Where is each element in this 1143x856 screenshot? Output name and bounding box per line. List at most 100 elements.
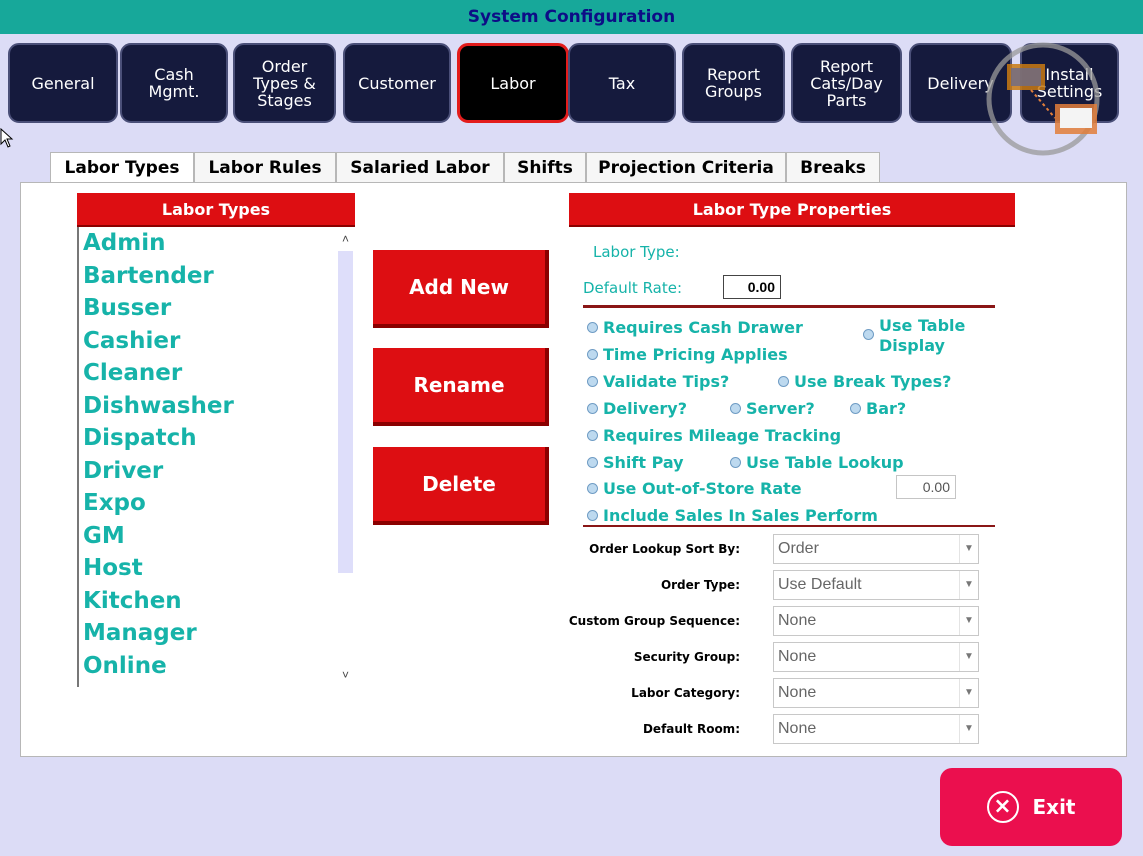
- order-type-label: Order Type:: [660, 578, 740, 592]
- option-label: Requires Mileage Tracking: [603, 426, 842, 445]
- list-scrollbar[interactable]: ˄ ˅: [338, 227, 353, 687]
- security-group-label: Security Group:: [633, 650, 740, 664]
- select-value: None: [778, 720, 817, 737]
- tab-labor-types[interactable]: Labor Types: [50, 152, 194, 182]
- requires-cash-drawer-option[interactable]: Requires Cash Drawer: [587, 318, 803, 337]
- scroll-thumb[interactable]: [338, 251, 353, 573]
- labor-category-label: Labor Category:: [631, 686, 740, 700]
- order-lookup-sort-select[interactable]: Order ▼: [773, 534, 979, 564]
- window-title: System Configuration: [0, 0, 1143, 34]
- option-label: Validate Tips?: [603, 372, 730, 391]
- time-pricing-option[interactable]: Time Pricing Applies: [587, 345, 788, 364]
- exit-button[interactable]: × Exit: [940, 768, 1122, 846]
- radio-icon: [587, 403, 598, 414]
- radio-icon: [587, 376, 598, 387]
- list-item[interactable]: Driver: [79, 455, 353, 488]
- divider: [583, 305, 995, 308]
- list-item[interactable]: Cleaner: [79, 357, 353, 390]
- rename-button[interactable]: Rename: [373, 348, 549, 426]
- option-label: Include Sales In Sales Perform: [603, 506, 878, 525]
- nav-delivery-button[interactable]: Delivery: [909, 43, 1012, 123]
- option-label: Bar?: [866, 399, 907, 418]
- nav-labor-button[interactable]: Labor: [457, 43, 569, 123]
- use-table-display-option[interactable]: Use Table Display: [863, 316, 965, 356]
- top-navigation: General Cash Mgmt. Order Types & Stages …: [0, 34, 1143, 134]
- list-item[interactable]: Busser: [79, 292, 353, 325]
- list-item[interactable]: Kitchen: [79, 585, 353, 618]
- radio-icon: [587, 457, 598, 468]
- chevron-down-icon[interactable]: ˅: [338, 667, 353, 683]
- list-item[interactable]: Online: [79, 650, 353, 683]
- radio-icon: [778, 376, 789, 387]
- nav-report-cats-button[interactable]: Report Cats/Day Parts: [791, 43, 902, 123]
- delete-button[interactable]: Delete: [373, 447, 549, 525]
- chevron-down-icon: ▼: [959, 535, 978, 563]
- option-label: Use Table Lookup: [746, 453, 904, 472]
- list-item[interactable]: Bartender: [79, 260, 353, 293]
- labor-type-label: Labor Type:: [593, 243, 680, 261]
- tab-breaks[interactable]: Breaks: [786, 152, 880, 182]
- select-value: Use Default: [778, 576, 862, 593]
- tab-projection-criteria[interactable]: Projection Criteria: [586, 152, 786, 182]
- chevron-up-icon[interactable]: ˄: [338, 231, 353, 247]
- close-circle-icon: ×: [986, 791, 1019, 823]
- include-sales-option[interactable]: Include Sales In Sales Perform: [587, 506, 878, 525]
- mouse-cursor-icon: [0, 128, 14, 148]
- nav-cash-mgmt-button[interactable]: Cash Mgmt.: [120, 43, 228, 123]
- list-item[interactable]: Dispatch: [79, 422, 353, 455]
- out-of-store-rate-option[interactable]: Use Out-of-Store Rate: [587, 479, 802, 498]
- labor-type-properties-header: Labor Type Properties: [569, 193, 1015, 227]
- list-item[interactable]: GM: [79, 520, 353, 553]
- option-label: Use Out-of-Store Rate: [603, 479, 802, 498]
- list-item[interactable]: Admin: [79, 227, 353, 260]
- use-break-types-option[interactable]: Use Break Types?: [778, 372, 951, 391]
- tab-salaried-labor[interactable]: Salaried Labor: [336, 152, 504, 182]
- tab-labor-rules[interactable]: Labor Rules: [194, 152, 336, 182]
- out-of-store-rate-field[interactable]: 0.00: [896, 475, 956, 499]
- order-type-select[interactable]: Use Default ▼: [773, 570, 979, 600]
- security-group-select[interactable]: None ▼: [773, 642, 979, 672]
- nav-report-groups-button[interactable]: Report Groups: [682, 43, 785, 123]
- select-value: None: [778, 648, 817, 665]
- chevron-down-icon: ▼: [959, 571, 978, 599]
- default-room-select[interactable]: None ▼: [773, 714, 979, 744]
- labor-category-select[interactable]: None ▼: [773, 678, 979, 708]
- option-label: Delivery?: [603, 399, 687, 418]
- radio-icon: [863, 329, 874, 340]
- chevron-down-icon: ▼: [959, 715, 978, 743]
- nav-general-button[interactable]: General: [8, 43, 118, 123]
- default-rate-field[interactable]: 0.00: [723, 275, 781, 299]
- server-option[interactable]: Server?: [730, 399, 815, 418]
- custom-group-sequence-select[interactable]: None ▼: [773, 606, 979, 636]
- option-label: Requires Cash Drawer: [603, 318, 803, 337]
- nav-customer-button[interactable]: Customer: [343, 43, 451, 123]
- chevron-down-icon: ▼: [959, 679, 978, 707]
- validate-tips-option[interactable]: Validate Tips?: [587, 372, 729, 391]
- delivery-option[interactable]: Delivery?: [587, 399, 687, 418]
- order-lookup-sort-label: Order Lookup Sort By:: [589, 542, 740, 556]
- option-label: Time Pricing Applies: [603, 345, 788, 364]
- labor-tab-bar: Labor Types Labor Rules Salaried Labor S…: [20, 152, 1120, 182]
- list-item[interactable]: Cashier: [79, 325, 353, 358]
- option-label: Shift Pay: [603, 453, 684, 472]
- add-new-button[interactable]: Add New: [373, 250, 549, 328]
- labor-types-header: Labor Types: [77, 193, 355, 227]
- list-item[interactable]: Host: [79, 552, 353, 585]
- chevron-down-icon: ▼: [959, 643, 978, 671]
- option-label: Server?: [746, 399, 815, 418]
- custom-group-sequence-label: Custom Group Sequence:: [568, 614, 740, 628]
- nav-install-settings-button[interactable]: Install Settings: [1020, 43, 1119, 123]
- list-item[interactable]: Dishwasher: [79, 390, 353, 423]
- tab-shifts[interactable]: Shifts: [504, 152, 586, 182]
- radio-icon: [730, 403, 741, 414]
- list-item[interactable]: Expo: [79, 487, 353, 520]
- labor-types-list[interactable]: Admin Bartender Busser Cashier Cleaner D…: [77, 227, 353, 687]
- use-table-lookup-option[interactable]: Use Table Lookup: [730, 453, 904, 472]
- bar-option[interactable]: Bar?: [850, 399, 906, 418]
- shift-pay-option[interactable]: Shift Pay: [587, 453, 684, 472]
- select-value: Order: [778, 540, 819, 557]
- nav-order-types-button[interactable]: Order Types & Stages: [233, 43, 336, 123]
- mileage-tracking-option[interactable]: Requires Mileage Tracking: [587, 426, 841, 445]
- nav-tax-button[interactable]: Tax: [568, 43, 676, 123]
- list-item[interactable]: Manager: [79, 617, 353, 650]
